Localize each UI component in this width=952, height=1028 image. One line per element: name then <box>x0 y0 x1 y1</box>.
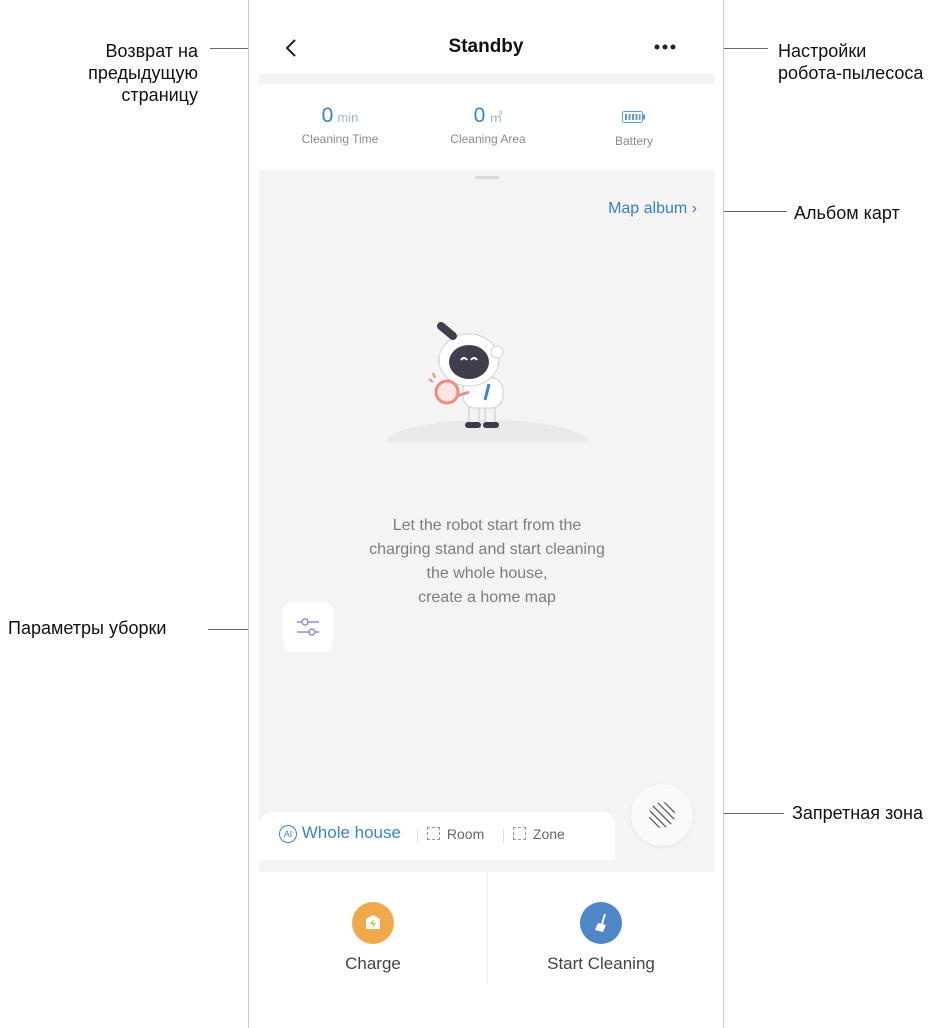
no-go-zone-icon <box>649 802 675 828</box>
annotation-back-line-3: страницу <box>121 85 198 105</box>
more-dots-icon <box>654 44 676 50</box>
charge-button[interactable]: Charge <box>259 872 487 984</box>
phone-screen: Standby 0 min Cleaning Time 0 ㎡ Cleaning A… <box>248 0 724 1028</box>
annotation-settings-line-2: робота-пылесоса <box>778 63 924 83</box>
chevron-right-icon: › <box>691 200 697 217</box>
mode-room-label: Room <box>446 826 485 842</box>
map-hint-text: Let the robot start from the charging st… <box>259 514 715 610</box>
mode-separator <box>417 829 418 843</box>
stat-cleaning-time-unit: min <box>337 110 359 125</box>
mode-whole-house-label: Whole house <box>301 823 401 842</box>
mode-separator <box>503 829 504 843</box>
room-icon <box>427 827 440 840</box>
top-gray-strip <box>259 74 715 84</box>
mode-whole-house[interactable]: AI Whole house <box>279 823 401 843</box>
stat-cleaning-area-label: Cleaning Area <box>450 132 526 146</box>
map-album-label: Map album <box>608 200 688 217</box>
broom-icon <box>580 902 622 944</box>
charge-label: Charge <box>345 954 401 973</box>
stat-cleaning-area-unit: ㎡ <box>489 110 503 125</box>
annotation-back-line-1: Возврат на <box>105 41 198 61</box>
charge-icon <box>352 902 394 944</box>
map-album-link[interactable]: Map album › <box>608 200 697 218</box>
zone-icon <box>513 827 526 840</box>
map-area: Map album › Let the robot start from the… <box>259 170 715 872</box>
mode-zone[interactable]: Zone <box>513 826 565 842</box>
map-hint-line-2: charging stand and start cleaning <box>369 541 605 558</box>
action-bar: Charge Start Cleaning <box>259 872 715 984</box>
map-hint-line-1: Let the robot start from the <box>392 517 582 534</box>
stats-panel: 0 min Cleaning Time 0 ㎡ Cleaning Area Batt… <box>259 84 715 170</box>
start-cleaning-button[interactable]: Start Cleaning <box>487 872 715 984</box>
start-cleaning-label: Start Cleaning <box>547 954 655 973</box>
annotation-settings: Настройки робота-пылесоса <box>778 40 948 84</box>
mode-zone-label: Zone <box>532 826 565 842</box>
mode-room[interactable]: Room <box>427 826 484 842</box>
stat-battery-label: Battery <box>614 134 653 148</box>
cleaning-settings-button[interactable] <box>283 602 333 652</box>
drag-handle[interactable] <box>475 176 499 179</box>
stat-cleaning-time: 0 min Cleaning Time <box>265 104 415 146</box>
stat-cleaning-time-label: Cleaning Time <box>301 132 379 146</box>
ai-icon: AI <box>279 825 297 843</box>
robot-mascot-illustration <box>377 322 597 460</box>
no-go-zone-button[interactable] <box>631 784 693 846</box>
annotation-back-line-2: предыдущую <box>88 63 198 83</box>
sliders-icon <box>297 618 319 636</box>
stat-cleaning-area: 0 ㎡ Cleaning Area <box>413 104 563 146</box>
annotation-settings-line-1: Настройки <box>778 41 867 61</box>
map-hint-line-3: the whole house, <box>426 565 548 582</box>
annotation-clean-params: Параметры уборки <box>8 618 167 638</box>
battery-icon <box>622 111 645 123</box>
top-bar: Standby <box>249 22 723 74</box>
more-button[interactable] <box>651 34 683 60</box>
stat-battery: Battery <box>559 104 709 148</box>
annotation-back: Возврат на предыдущую страницу <box>60 40 198 106</box>
annotation-map-album: Альбом карт <box>794 203 900 223</box>
stat-cleaning-area-value: 0 <box>473 104 486 127</box>
stat-cleaning-time-value: 0 <box>321 104 334 127</box>
annotation-nogo: Запретная зона <box>792 803 924 823</box>
cleaning-mode-bar: AI Whole house Room Zone <box>259 812 615 860</box>
